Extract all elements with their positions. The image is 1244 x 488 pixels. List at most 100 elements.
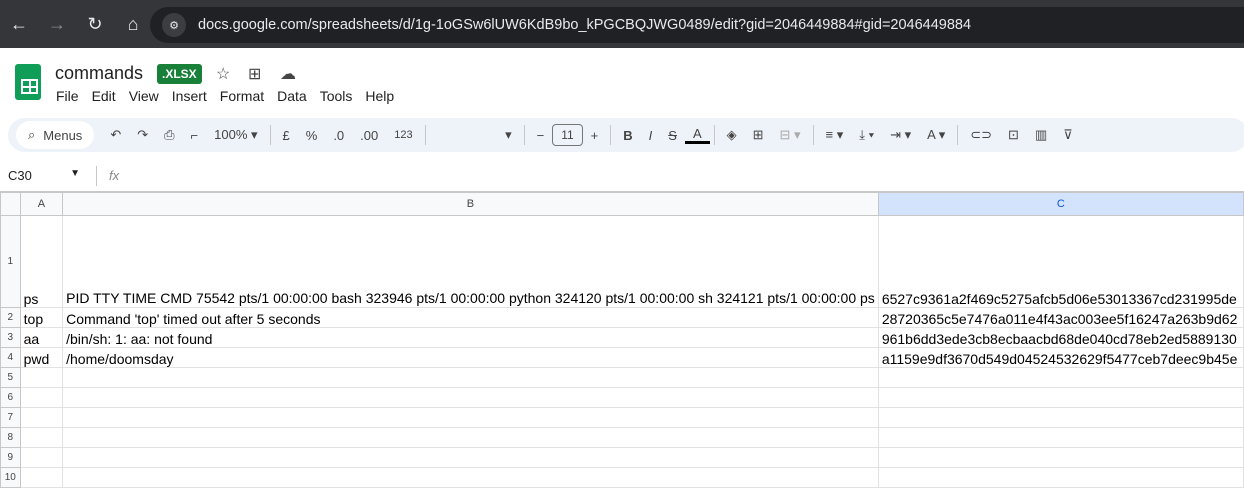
menu-search[interactable]: ⌕ Menus <box>16 121 95 149</box>
cell-c[interactable] <box>877 367 1244 388</box>
cell-b[interactable] <box>62 367 879 388</box>
table-row: 6 <box>0 387 1244 408</box>
horizontal-align-icon[interactable]: ≡ ▾ <box>818 127 852 143</box>
cell-c[interactable] <box>877 427 1244 448</box>
bold-button[interactable]: B <box>615 128 640 143</box>
menu-file[interactable]: File <box>56 88 79 104</box>
row-header[interactable]: 1 <box>0 215 21 308</box>
font-size-input[interactable]: 11 <box>552 124 583 146</box>
cell-a[interactable] <box>19 367 64 388</box>
borders-icon[interactable]: ⊞ <box>745 127 772 143</box>
font-select[interactable]: ▾ <box>430 127 520 143</box>
increase-font-size-icon[interactable]: + <box>583 128 607 143</box>
table-row: 9 <box>0 447 1244 468</box>
row-header[interactable]: 6 <box>0 387 21 408</box>
menu-format[interactable]: Format <box>220 88 264 104</box>
merge-cells-icon[interactable]: ⊟ ▾ <box>772 127 809 143</box>
column-header-a[interactable]: A <box>19 192 64 216</box>
menu-help[interactable]: Help <box>365 88 394 104</box>
menu-data[interactable]: Data <box>277 88 307 104</box>
insert-chart-icon[interactable]: ▥ <box>1027 127 1055 143</box>
toolbar: ⌕ Menus ↶ ↷ ⎙ ⌐ 100% ▾ £ % .0 .00 123 ▾ −… <box>8 118 1244 152</box>
decrease-decimal-button[interactable]: .0 <box>325 128 352 143</box>
reload-icon[interactable]: ↻ <box>76 14 114 35</box>
cell-c[interactable]: 28720365c5e7476a011e4f43ac003ee5f16247a2… <box>877 307 1244 328</box>
redo-icon[interactable]: ↷ <box>129 127 156 143</box>
insert-link-icon[interactable]: ⊂⊃ <box>962 127 1000 143</box>
cell-a[interactable]: ps <box>19 215 64 308</box>
text-color-icon[interactable]: A <box>684 126 710 144</box>
cell-a[interactable]: pwd <box>19 347 64 368</box>
menu-tools[interactable]: Tools <box>320 88 353 104</box>
cell-a[interactable]: top <box>19 307 64 328</box>
paint-format-icon[interactable]: ⌐ <box>183 128 207 143</box>
cell-b[interactable]: Command 'top' timed out after 5 seconds <box>62 307 879 328</box>
cell-c[interactable] <box>877 407 1244 428</box>
cell-b[interactable] <box>62 387 879 408</box>
cell-a[interactable] <box>19 427 64 448</box>
menu-insert[interactable]: Insert <box>172 88 207 104</box>
site-settings-icon[interactable]: ⚙ <box>162 13 186 37</box>
row-header[interactable]: 4 <box>0 347 21 368</box>
decrease-font-size-icon[interactable]: − <box>529 128 553 143</box>
cell-b[interactable]: /home/doomsday <box>62 347 879 368</box>
filter-icon[interactable]: ⊽ <box>1055 127 1081 143</box>
cell-c[interactable]: a1159e9df3670d549d04524532629f5477ceb7de… <box>877 347 1244 368</box>
row-header[interactable]: 8 <box>0 427 21 448</box>
cell-a[interactable] <box>19 447 64 468</box>
star-icon[interactable]: ☆ <box>216 64 230 84</box>
print-icon[interactable]: ⎙ <box>156 127 182 143</box>
sheets-logo-icon[interactable] <box>15 64 41 100</box>
cell-b[interactable]: /bin/sh: 1: aa: not found <box>62 327 879 348</box>
cell-a[interactable] <box>19 467 64 488</box>
column-header-c[interactable]: C <box>877 192 1244 216</box>
divider <box>269 125 271 145</box>
address-bar[interactable]: ⚙ docs.google.com/spreadsheets/d/1g-1oGS… <box>150 7 1244 43</box>
vertical-align-icon[interactable]: ⤓ ▾ <box>851 127 882 143</box>
strikethrough-icon[interactable]: S <box>660 128 685 143</box>
cell-c[interactable]: 6527c9361a2f469c5275afcb5d06e53013367cd2… <box>877 215 1244 308</box>
row-header[interactable]: 2 <box>0 307 21 328</box>
menu-edit[interactable]: Edit <box>92 88 116 104</box>
undo-icon[interactable]: ↶ <box>102 127 129 143</box>
row-header[interactable]: 3 <box>0 327 21 348</box>
forward-icon[interactable]: → <box>38 14 76 35</box>
insert-comment-icon[interactable]: ⊡ <box>1000 127 1027 143</box>
text-rotation-icon[interactable]: A ▾ <box>919 127 953 143</box>
back-icon[interactable]: ← <box>0 14 38 35</box>
text-wrapping-icon[interactable]: ⇥ ▾ <box>882 127 919 143</box>
cell-b[interactable]: PID TTY TIME CMD 75542 pts/1 00:00:00 ba… <box>62 215 879 308</box>
cell-c[interactable] <box>877 387 1244 408</box>
more-formats-button[interactable]: 123 <box>386 129 420 141</box>
column-header-b[interactable]: B <box>62 192 879 216</box>
name-box[interactable]: C30 ▼ <box>0 168 92 183</box>
cell-b[interactable] <box>62 447 879 468</box>
row-header[interactable]: 5 <box>0 367 21 388</box>
cell-b[interactable] <box>62 467 879 488</box>
cell-a[interactable] <box>19 387 64 408</box>
menu-view[interactable]: View <box>129 88 159 104</box>
cell-c[interactable] <box>877 467 1244 488</box>
cloud-status-icon[interactable]: ☁ <box>280 64 296 84</box>
cell-c[interactable]: 961b6dd3ede3cb8ecbaacbd68de040cd78eb2ed5… <box>877 327 1244 348</box>
increase-decimal-button[interactable]: .00 <box>352 128 386 143</box>
home-icon[interactable]: ⌂ <box>114 14 152 35</box>
select-all-corner[interactable] <box>0 192 21 216</box>
zoom-select[interactable]: 100% ▾ <box>206 127 265 143</box>
divider <box>610 125 612 145</box>
divider <box>812 125 814 145</box>
row-header[interactable]: 9 <box>0 447 21 468</box>
cell-b[interactable] <box>62 407 879 428</box>
cell-a[interactable]: aa <box>19 327 64 348</box>
row-header[interactable]: 10 <box>0 467 21 488</box>
currency-button[interactable]: £ <box>275 128 298 143</box>
italic-button[interactable]: I <box>641 128 661 143</box>
row-header[interactable]: 7 <box>0 407 21 428</box>
cell-c[interactable] <box>877 447 1244 468</box>
cell-b[interactable] <box>62 427 879 448</box>
move-folder-icon[interactable]: ⊞ <box>248 64 261 84</box>
cell-a[interactable] <box>19 407 64 428</box>
percent-button[interactable]: % <box>298 128 326 143</box>
document-title[interactable]: commands <box>55 63 143 84</box>
fill-color-icon[interactable]: ◈ <box>719 127 745 143</box>
